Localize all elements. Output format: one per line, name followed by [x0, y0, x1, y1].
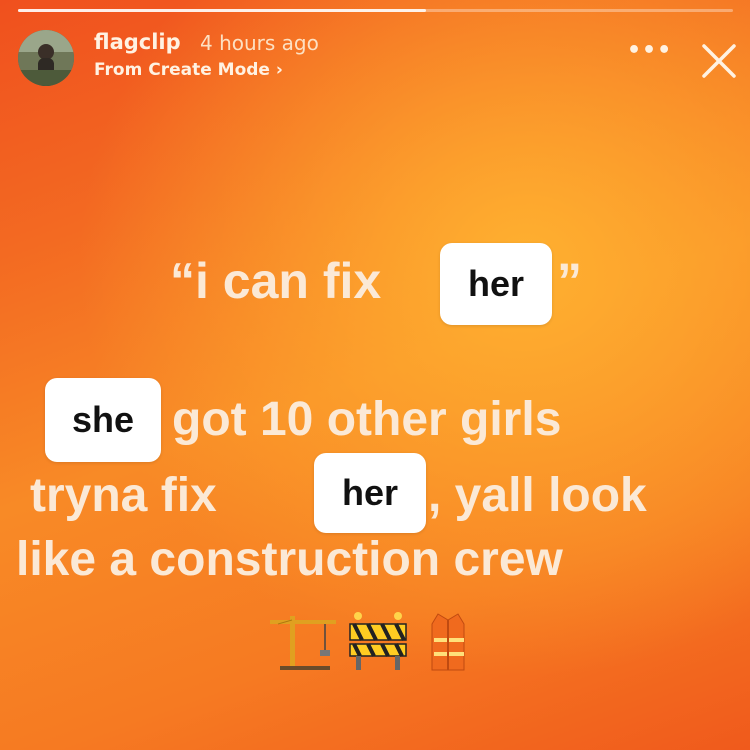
caption-line-3a: tryna fix — [30, 469, 217, 522]
close-icon[interactable] — [698, 40, 740, 82]
safety-vest-icon — [431, 613, 465, 671]
caption-line-1: “i can fix — [170, 253, 382, 309]
caption-line-4: like a construction crew — [16, 533, 563, 586]
text-sticker-she: she — [45, 378, 161, 462]
emoji-row — [270, 608, 490, 674]
more-options-icon[interactable]: ••• — [627, 38, 672, 63]
text-sticker-her-2: her — [314, 453, 426, 533]
caption-line-3b: , yall look — [428, 469, 647, 522]
avatar[interactable] — [18, 30, 74, 86]
caption-line-2: got 10 other girls — [172, 393, 562, 446]
post-time: 4 hours ago — [200, 31, 319, 55]
story-progress-fill — [18, 9, 426, 12]
construction-barrier-icon — [349, 612, 407, 670]
username[interactable]: flagclip — [94, 30, 181, 54]
create-mode-link[interactable]: From Create Mode › — [94, 60, 283, 80]
construction-crane-icon — [270, 616, 336, 670]
caption-quote-end: ” — [557, 253, 582, 309]
story-viewer: flagclip 4 hours ago From Create Mode › … — [0, 0, 750, 750]
story-progress-bar — [18, 9, 733, 12]
text-sticker-her-1: her — [440, 243, 552, 325]
